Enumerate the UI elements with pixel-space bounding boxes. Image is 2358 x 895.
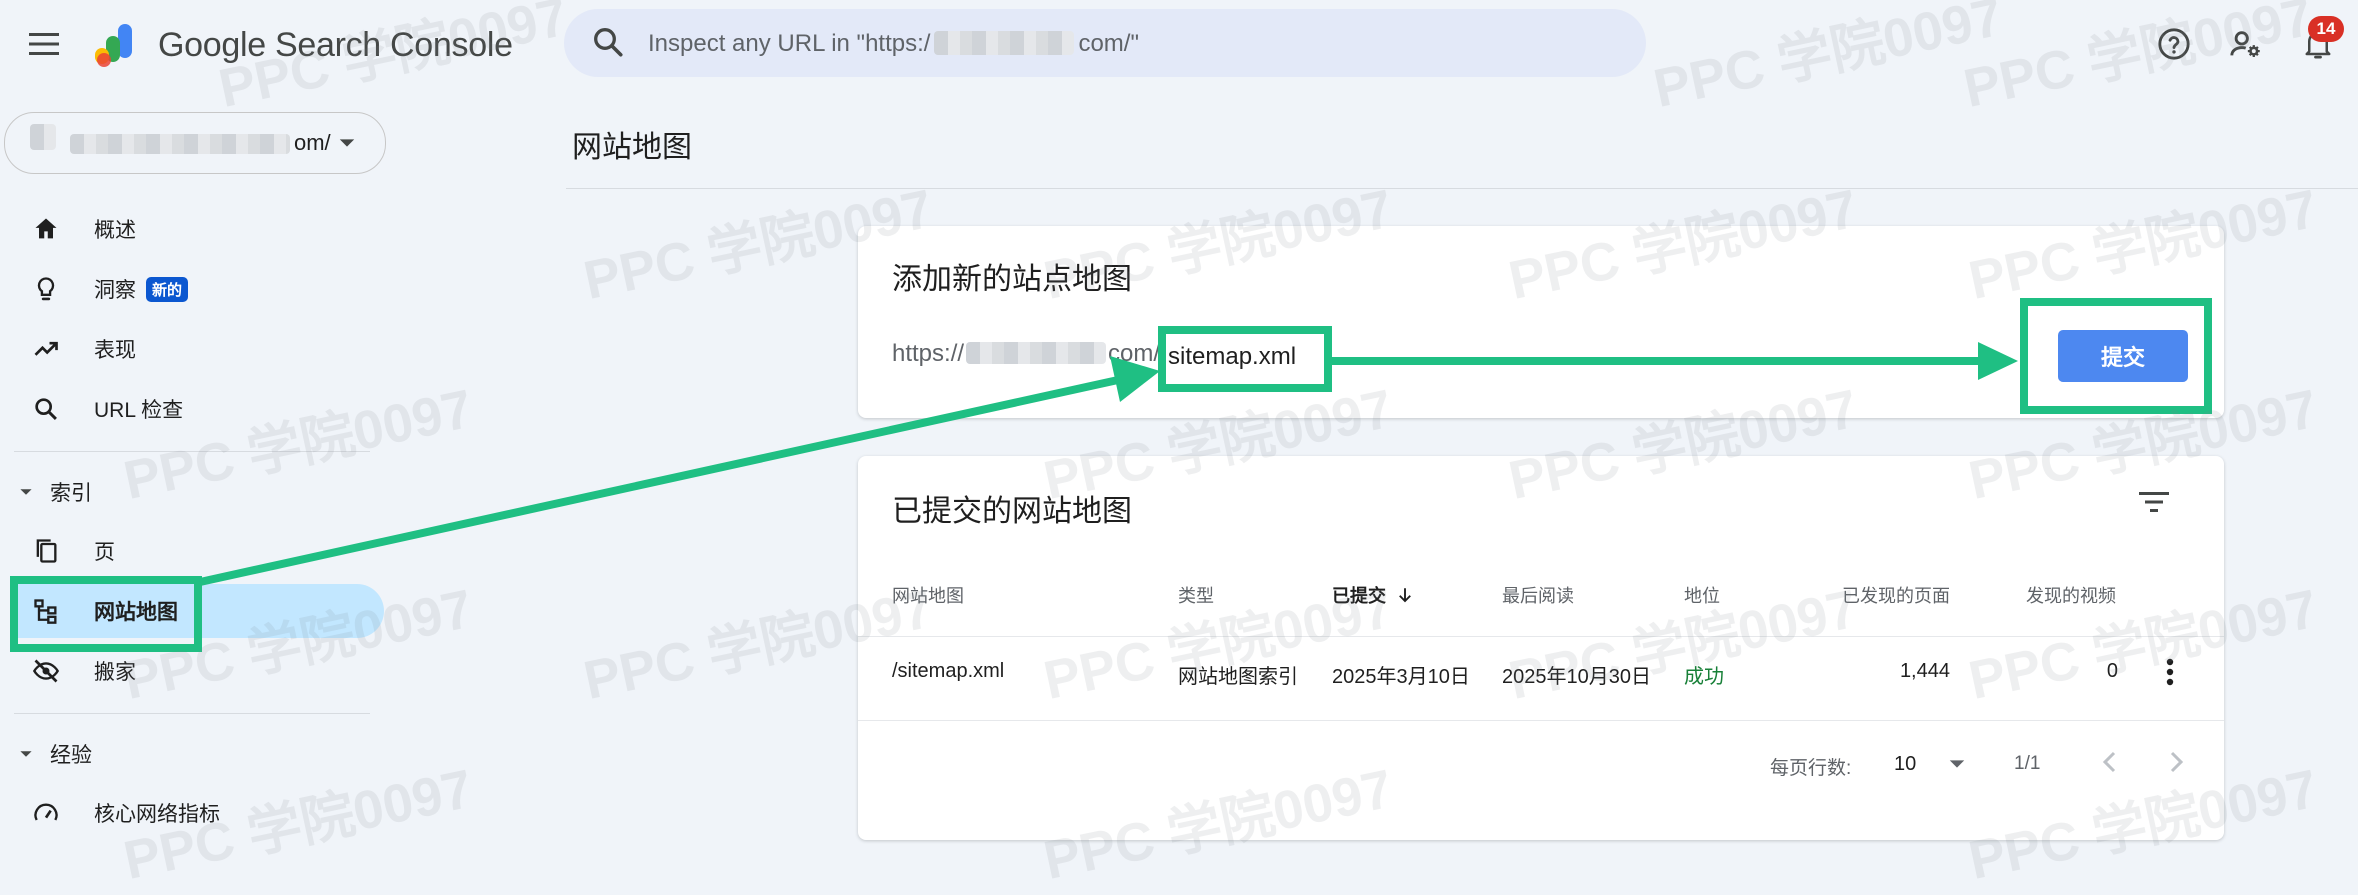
annotation-arrows <box>199 342 2018 586</box>
